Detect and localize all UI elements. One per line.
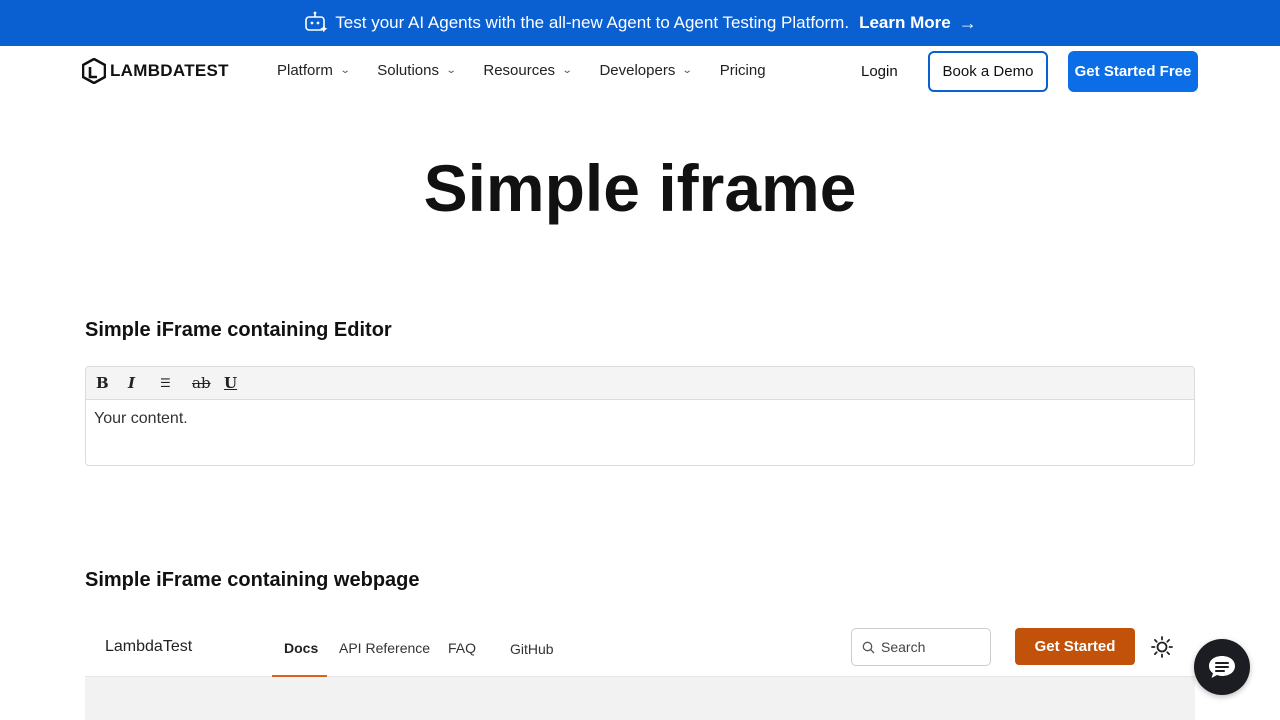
get-started-free-button[interactable]: Get Started Free (1068, 51, 1198, 92)
announcement-banner[interactable]: Test your AI Agents with the all-new Age… (0, 0, 1280, 46)
embedded-search-input[interactable]: Search (851, 628, 991, 666)
main-nav: Platform ⌄ Solutions ⌄ Resources ⌄ Develope… (277, 62, 794, 79)
arrow-right-icon: → (958, 12, 977, 33)
nav-developers[interactable]: Developers ⌄ (599, 62, 693, 79)
embedded-navbar: LambdaTest Docs API Reference FAQ GitHub… (85, 620, 1195, 677)
embedded-link-github[interactable]: GitHub (510, 641, 554, 657)
chevron-down-icon: ⌄ (682, 65, 693, 76)
nav-solutions[interactable]: Solutions ⌄ (377, 62, 457, 79)
nav-resources[interactable]: Resources ⌄ (483, 62, 573, 79)
editor-section-title: Simple iFrame containing Editor (85, 319, 392, 341)
search-placeholder: Search (881, 639, 926, 655)
book-demo-button[interactable]: Book a Demo (928, 51, 1048, 92)
nav-label: Pricing (719, 62, 766, 79)
nav-platform[interactable]: Platform ⌄ (277, 62, 351, 79)
chat-button[interactable] (1194, 639, 1250, 695)
editor-iframe: B I ☰ ab U Your content. (85, 366, 1195, 466)
webpage-section-title: Simple iFrame containing webpage (85, 569, 420, 591)
underline-button[interactable]: U (224, 374, 256, 392)
nav-pricing[interactable]: Pricing (720, 62, 766, 79)
login-link[interactable]: Login (861, 63, 898, 80)
embedded-content-area (85, 677, 1195, 720)
nav-label: Platform (277, 62, 333, 79)
list-button[interactable]: ☰ (160, 376, 192, 390)
editor-content-area[interactable]: Your content. (86, 400, 1194, 438)
embedded-brand[interactable]: LambdaTest (105, 638, 192, 656)
page-title: Simple iframe (423, 151, 857, 225)
embedded-link-docs[interactable]: Docs (284, 640, 318, 656)
editor-toolbar: B I ☰ ab U (86, 367, 1194, 400)
bold-button[interactable]: B (96, 374, 128, 392)
chat-icon (1209, 656, 1235, 678)
search-icon (862, 641, 875, 653)
strikethrough-button[interactable]: ab (192, 374, 224, 392)
logo[interactable]: LAMBDATEST (82, 58, 229, 84)
robot-icon (305, 11, 328, 33)
embedded-get-started-button[interactable]: Get Started (1015, 628, 1135, 665)
italic-button[interactable]: I (128, 374, 160, 392)
nav-label: Solutions (377, 62, 439, 79)
embedded-link-faq[interactable]: FAQ (448, 640, 476, 656)
nav-label: Resources (483, 62, 556, 79)
site-header: LAMBDATEST Platform ⌄ Solutions ⌄ Resource… (0, 46, 1280, 100)
chevron-down-icon: ⌄ (339, 65, 351, 76)
learn-more-link[interactable]: Learn More (859, 13, 951, 33)
banner-text: Test your AI Agents with the all-new Age… (335, 13, 850, 32)
chevron-down-icon: ⌄ (445, 65, 457, 76)
embedded-link-api-reference[interactable]: API Reference (339, 640, 430, 656)
nav-label: Developers (599, 62, 676, 79)
chevron-down-icon: ⌄ (561, 65, 573, 76)
webpage-iframe: LambdaTest Docs API Reference FAQ GitHub… (85, 620, 1195, 720)
logo-text: LAMBDATEST (110, 61, 229, 80)
sun-icon[interactable] (1151, 636, 1173, 658)
lambdatest-logo-icon (82, 58, 106, 84)
